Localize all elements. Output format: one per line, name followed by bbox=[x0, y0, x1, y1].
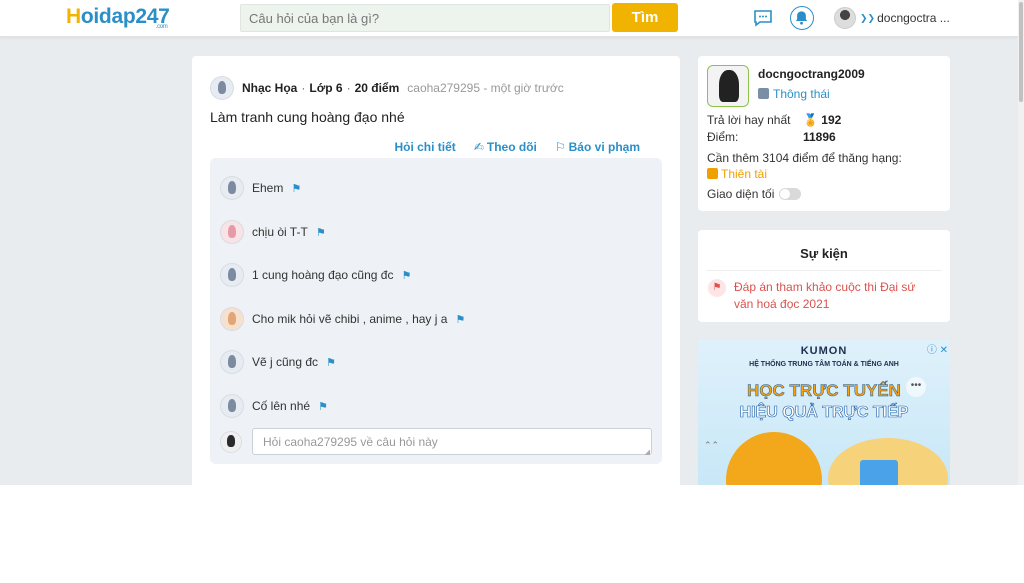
ask-detail-label: Hỏi chi tiết bbox=[394, 140, 456, 154]
comment-item: Vẽ j cũng đc ⚑ bbox=[220, 350, 336, 374]
avatar[interactable] bbox=[220, 220, 244, 244]
ad-headline-2: HIỆU QUẢ TRỰC TIẾP bbox=[739, 404, 909, 422]
reply-row: Hỏi caoha279295 về câu hỏi này bbox=[220, 428, 652, 456]
question-text: Làm tranh cung hoàng đạo nhé bbox=[210, 109, 405, 125]
scrollbar-thumb[interactable] bbox=[1019, 2, 1023, 102]
comment-item: 1 cung hoàng đạo cũng đc ⚑ bbox=[220, 263, 411, 287]
question-points: 20 điểm bbox=[354, 81, 400, 95]
points-label: Điểm: bbox=[707, 130, 739, 144]
profile-rank: Thông thái bbox=[758, 87, 830, 101]
advertisement[interactable]: ⓘ ✕ KUMON HỆ THỐNG TRUNG TÂM TOÁN & TIẾN… bbox=[698, 340, 950, 485]
next-rank-text: Cần thêm 3104 điểm để thăng hạng: bbox=[707, 151, 902, 165]
ad-brand: KUMON bbox=[800, 345, 848, 357]
bell-icon[interactable] bbox=[790, 6, 814, 30]
report-link[interactable]: ⚐ Báo vi phạm bbox=[555, 140, 640, 154]
user-menu[interactable]: ❯❯ docngoctra ... bbox=[834, 7, 950, 29]
comment-item: Cố lên nhé ⚑ bbox=[220, 394, 328, 418]
medal-icon: 🏅 bbox=[803, 113, 818, 127]
best-answers-count: 192 bbox=[821, 113, 842, 127]
chat-icon[interactable] bbox=[751, 6, 775, 30]
comment-text: Vẽ j cũng đc bbox=[252, 355, 319, 369]
comments-panel: Ehem ⚑ chịu òi T-T ⚑ 1 cung hoàng đạo cũ… bbox=[210, 158, 662, 464]
search-input[interactable]: Câu hỏi của bạn là gì? bbox=[240, 4, 610, 32]
username: docngoctra ... bbox=[877, 11, 950, 25]
comment-text: 1 cung hoàng đạo cũng đc bbox=[252, 268, 394, 282]
comment-text: Cố lên nhé bbox=[252, 399, 311, 413]
flag-icon: ⚑ bbox=[708, 279, 726, 297]
top-header: Hoidap247 .com Câu hỏi của bạn là gì? Tì… bbox=[0, 0, 1018, 37]
avatar bbox=[220, 430, 242, 453]
avatar[interactable] bbox=[210, 76, 234, 100]
comment-item: Cho mik hỏi vẽ chibi , anime , hay j a ⚑ bbox=[220, 307, 465, 331]
events-card: Sự kiện ⚑ Đáp án tham khảo cuộc thi Đại … bbox=[698, 230, 950, 322]
flag-icon[interactable]: ⚑ bbox=[455, 313, 465, 326]
more-options-icon[interactable]: ••• bbox=[906, 377, 926, 397]
comment-text: Cho mik hỏi vẽ chibi , anime , hay j a bbox=[252, 312, 448, 326]
reply-input[interactable]: Hỏi caoha279295 về câu hỏi này bbox=[252, 428, 652, 456]
profile-card: docngoctrang2009 Thông thái Trả lời hay … bbox=[698, 56, 950, 211]
flag-icon[interactable]: ⚑ bbox=[401, 269, 411, 282]
flag-icon: ⚐ bbox=[554, 140, 566, 154]
site-logo[interactable]: Hoidap247 .com bbox=[66, 5, 170, 30]
best-answers-value: 🏅 192 bbox=[803, 113, 841, 127]
event-link[interactable]: Đáp án tham khảo cuộc thi Đại sứ văn hoá… bbox=[734, 279, 934, 313]
separator: · bbox=[301, 81, 306, 95]
comment-text: Ehem bbox=[252, 181, 284, 195]
ad-subtitle: HỆ THỐNG TRUNG TÂM TOÁN & TIẾNG ANH bbox=[749, 361, 899, 368]
report-label: Báo vi phạm bbox=[568, 140, 640, 154]
gift-icon bbox=[860, 460, 898, 485]
logo-letter: H bbox=[66, 5, 81, 28]
next-rank: Thiên tài bbox=[707, 167, 767, 181]
event-item[interactable]: ⚑ Đáp án tham khảo cuộc thi Đại sứ văn h… bbox=[708, 279, 934, 313]
question-subject[interactable]: Nhạc Họa bbox=[242, 81, 297, 95]
rank-icon bbox=[707, 168, 718, 179]
search-button[interactable]: Tìm bbox=[612, 3, 678, 32]
flag-icon[interactable]: ⚑ bbox=[318, 400, 328, 413]
rank-icon bbox=[758, 88, 769, 99]
flag-icon[interactable]: ⚑ bbox=[316, 226, 326, 239]
events-title: Sự kiện bbox=[800, 246, 848, 261]
profile-name[interactable]: docngoctrang2009 bbox=[758, 67, 865, 81]
question-meta: Nhạc Họa · Lớp 6 · 20 điểm caoha279295 -… bbox=[210, 76, 564, 100]
avatar[interactable] bbox=[220, 263, 244, 287]
scrollbar[interactable] bbox=[1018, 0, 1024, 485]
best-answers-label: Trả lời hay nhất bbox=[707, 113, 791, 127]
question-grade[interactable]: Lớp 6 bbox=[309, 81, 342, 95]
flag-icon[interactable]: ⚑ bbox=[291, 182, 301, 195]
avatar[interactable] bbox=[220, 350, 244, 374]
follow-icon: ✍ bbox=[473, 140, 484, 154]
avatar[interactable] bbox=[220, 307, 244, 331]
separator: · bbox=[346, 81, 351, 95]
flag-icon[interactable]: ⚑ bbox=[326, 356, 336, 369]
dark-mode-label: Giao diện tối bbox=[707, 187, 775, 201]
question-card: Nhạc Họa · Lớp 6 · 20 điểm caoha279295 -… bbox=[192, 56, 680, 485]
logo-domain: .com bbox=[155, 24, 168, 30]
question-actions: Hỏi chi tiết ✍ Theo dõi ⚐ Báo vi phạm bbox=[394, 140, 640, 154]
rank-label: Thông thái bbox=[773, 87, 830, 101]
ask-detail-link[interactable]: Hỏi chi tiết bbox=[394, 140, 455, 154]
divider bbox=[706, 270, 942, 271]
follow-link[interactable]: ✍ Theo dõi bbox=[474, 140, 537, 154]
ad-decoration bbox=[726, 432, 822, 485]
avatar bbox=[834, 7, 856, 29]
next-rank-label: Thiên tài bbox=[721, 167, 768, 181]
dark-mode-toggle[interactable] bbox=[779, 188, 802, 200]
comment-item: Ehem ⚑ bbox=[220, 176, 301, 200]
avatar[interactable] bbox=[220, 176, 244, 200]
follow-label: Theo dõi bbox=[486, 140, 537, 154]
points-value: 11896 bbox=[803, 130, 836, 144]
avatar[interactable] bbox=[220, 394, 244, 418]
question-author-time[interactable]: caoha279295 - một giờ trước bbox=[407, 81, 564, 95]
dark-mode-row: Giao diện tối bbox=[707, 187, 802, 201]
chevron-down-icon: ❯❯ bbox=[860, 12, 876, 23]
page-viewport: Hoidap247 .com Câu hỏi của bạn là gì? Tì… bbox=[0, 0, 1024, 485]
comment-item: chịu òi T-T ⚑ bbox=[220, 220, 326, 244]
avatar[interactable] bbox=[707, 65, 749, 107]
expand-icon[interactable]: ⌃⌃ bbox=[704, 440, 719, 451]
comment-text: chịu òi T-T bbox=[252, 225, 308, 239]
blank-area bbox=[0, 485, 1024, 583]
